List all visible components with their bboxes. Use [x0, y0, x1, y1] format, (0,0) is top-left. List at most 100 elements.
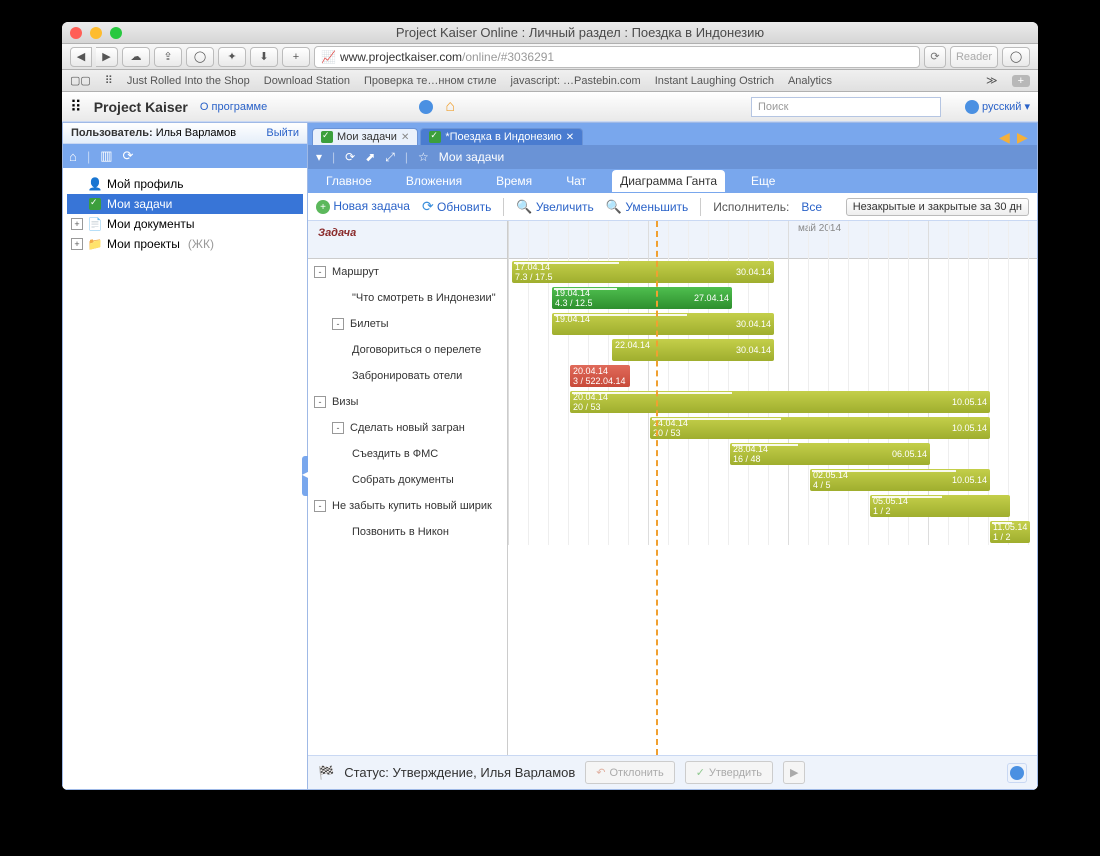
back-button[interactable]: ◀ [70, 47, 92, 67]
reader-button[interactable]: Reader [950, 46, 998, 68]
globe-icon[interactable] [419, 100, 433, 114]
executor-filter[interactable]: Все [801, 200, 822, 214]
zoom-in-button[interactable]: 🔍 Увеличить [516, 199, 593, 215]
toolbar-button-3[interactable]: ◯ [1002, 47, 1030, 67]
gantt-bar[interactable]: 19.04.144.3 / 12.527.04.14 [552, 287, 732, 309]
gantt-task-row[interactable]: Забронировать отели [308, 363, 507, 389]
check-icon [429, 131, 441, 143]
expand-icon[interactable]: - [314, 500, 326, 512]
date-filter-button[interactable]: Незакрытые и закрытые за 30 дн [846, 198, 1029, 216]
tab-my-tasks[interactable]: Мои задачи ✕ [312, 128, 418, 145]
language-switcher[interactable]: русский ▾ [965, 100, 1030, 114]
subtab-more[interactable]: Еще [743, 170, 783, 192]
expand-icon[interactable]: - [332, 318, 344, 330]
expand-icon[interactable]: ⤢ [385, 150, 395, 165]
close-window-button[interactable] [70, 27, 82, 39]
sidebar-item-tasks[interactable]: Мои задачи [67, 194, 303, 214]
reload-button[interactable]: ⟳ [924, 46, 946, 68]
task-label: Сделать новый загран [350, 422, 465, 434]
next-button[interactable]: ▶ [783, 761, 805, 784]
dropdown-icon[interactable]: ▾ [316, 150, 322, 164]
gantt-timeline[interactable]: май 2014 17.04.147.3 / 17.530.04.1419.04… [508, 221, 1037, 755]
zoom-out-button[interactable]: 🔍 Уменьшить [606, 199, 689, 215]
search-input[interactable]: Поиск [751, 97, 941, 117]
bookmark-item[interactable]: Download Station [264, 75, 350, 87]
refresh-icon[interactable]: ⟳ [123, 148, 134, 164]
bookmarks-overflow[interactable]: ≫ [986, 74, 998, 87]
subtab-attachments[interactable]: Вложения [398, 170, 470, 192]
gantt-task-row[interactable]: -Не забыть купить новый ширик [308, 493, 507, 519]
gantt-task-row[interactable]: Договориться о перелете [308, 337, 507, 363]
gantt-bar[interactable]: 19.04.1430.04.14 [552, 313, 774, 335]
gantt-task-row[interactable]: Съездить в ФМС [308, 441, 507, 467]
minimize-window-button[interactable] [90, 27, 102, 39]
share-button[interactable]: ⇪ [154, 47, 182, 67]
add-button[interactable]: + [282, 47, 310, 67]
downloads-button[interactable]: ⬇ [250, 47, 278, 67]
address-bar[interactable]: 📈 www.projectkaiser.com/online/#3036291 [314, 46, 920, 68]
expand-icon[interactable]: - [314, 396, 326, 408]
expand-icon[interactable]: - [332, 422, 344, 434]
gantt-task-row[interactable]: -Билеты [308, 311, 507, 337]
nav-forward-icon[interactable]: ▶ [1017, 129, 1033, 145]
gantt-task-row[interactable]: Позвонить в Никон [308, 519, 507, 545]
bookmarks-icon[interactable]: ▢▢ [70, 74, 91, 87]
zoom-window-button[interactable] [110, 27, 122, 39]
gantt-bar[interactable]: 24.04.1420 / 5310.05.14 [650, 417, 990, 439]
expand-icon[interactable]: - [314, 266, 326, 278]
close-tab-icon[interactable]: ✕ [566, 132, 574, 143]
approve-button[interactable]: ✓Утвердить [685, 761, 773, 784]
gantt-bar[interactable]: 05.05.141 / 2 [870, 495, 1010, 517]
home-icon[interactable]: ⌂ [445, 98, 455, 116]
nav-back-icon[interactable]: ◀ [999, 129, 1015, 145]
gantt-task-row[interactable]: -Визы [308, 389, 507, 415]
gantt-bar[interactable]: 11.05.141 / 2 [990, 521, 1030, 543]
new-tab-button[interactable]: + [1012, 75, 1030, 87]
star-icon[interactable]: ☆ [418, 150, 429, 164]
bookmark-item[interactable]: Instant Laughing Ostrich [655, 75, 774, 87]
gantt-bar[interactable]: 02.05.144 / 510.05.14 [810, 469, 990, 491]
toolbar-button-1[interactable]: ◯ [186, 47, 214, 67]
gantt-bar[interactable]: 28.04.1416 / 4806.05.14 [730, 443, 930, 465]
refresh-button[interactable]: ⟳ Обновить [422, 198, 491, 215]
about-link[interactable]: О программе [200, 101, 267, 113]
gantt-bar[interactable]: 22.04.1430.04.14 [612, 339, 774, 361]
bookmark-item[interactable]: javascript: …Pastebin.com [510, 75, 640, 87]
apps-icon[interactable]: ⠿ [105, 74, 113, 87]
bookmark-item[interactable]: Just Rolled Into the Shop [127, 75, 250, 87]
gantt-task-row[interactable]: Собрать документы [308, 467, 507, 493]
splitter-handle[interactable] [302, 456, 308, 496]
subtab-main[interactable]: Главное [318, 170, 380, 192]
subtab-time[interactable]: Время [488, 170, 540, 192]
icloud-button[interactable]: ☁ [122, 47, 150, 67]
logout-link[interactable]: Выйти [266, 127, 299, 139]
sidebar-item-projects[interactable]: + 📁 Мои проекты (ЖК) [67, 234, 303, 254]
subtab-chat[interactable]: Чат [558, 170, 594, 192]
breadcrumb[interactable]: Мои задачи [439, 150, 504, 164]
forward-button[interactable]: ▶ [96, 47, 118, 67]
gantt-bar[interactable]: 20.04.1420 / 5310.05.14 [570, 391, 990, 413]
check-icon [321, 131, 333, 143]
popout-icon[interactable]: ⬈ [365, 150, 375, 164]
tab-trip[interactable]: *Поездка в Индонезию ✕ [420, 128, 583, 145]
globe-button[interactable] [1007, 763, 1027, 783]
close-tab-icon[interactable]: ✕ [401, 132, 409, 143]
expand-icon[interactable]: + [71, 218, 83, 230]
expand-icon[interactable]: + [71, 238, 83, 250]
home-icon[interactable]: ⌂ [69, 149, 77, 164]
gantt-task-row[interactable]: -Сделать новый загран [308, 415, 507, 441]
toolbar-button-2[interactable]: ✦ [218, 47, 246, 67]
sidebar-item-profile[interactable]: 👤 Мой профиль [67, 174, 303, 194]
sidebar-item-documents[interactable]: + 📄 Мои документы [67, 214, 303, 234]
subtab-gantt[interactable]: Диаграмма Ганта [612, 170, 725, 192]
gantt-bar[interactable]: 17.04.147.3 / 17.530.04.14 [512, 261, 774, 283]
bookmark-item[interactable]: Analytics [788, 75, 832, 87]
bookmark-item[interactable]: Проверка те…нном стиле [364, 75, 496, 87]
gantt-task-row[interactable]: "Что смотреть в Индонезии" [308, 285, 507, 311]
refresh-icon[interactable]: ⟳ [345, 150, 355, 164]
gantt-bar[interactable]: 20.04.143 / 522.04.14 [570, 365, 630, 387]
columns-icon[interactable]: ▥ [100, 148, 112, 164]
new-task-button[interactable]: + Новая задача [316, 199, 410, 215]
reject-button[interactable]: ↶Отклонить [585, 761, 674, 784]
gantt-task-row[interactable]: -Маршрут [308, 259, 507, 285]
